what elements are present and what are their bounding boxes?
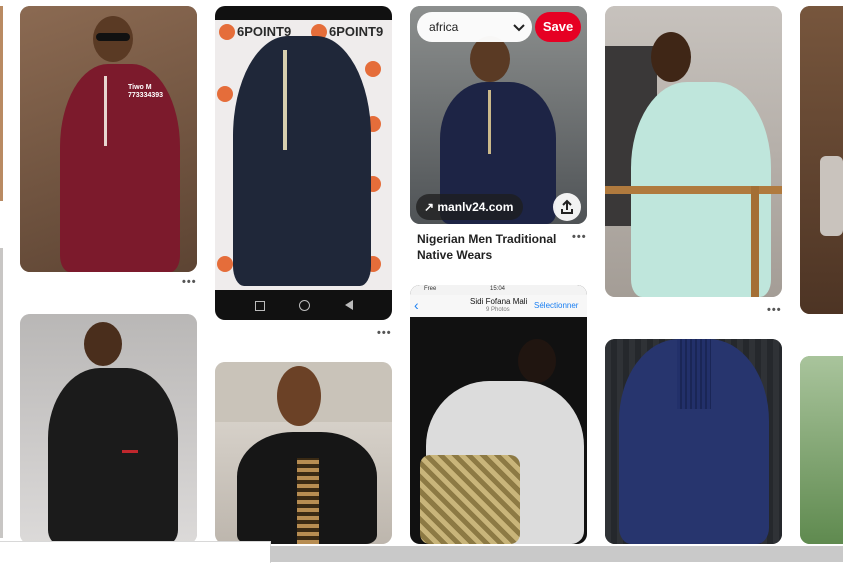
gold-embroidery (420, 455, 520, 544)
pin-title-line1: Nigerian Men Traditional (417, 232, 557, 246)
embroidery (283, 50, 287, 150)
source-link-label: manlv24.com (437, 200, 514, 214)
upload-icon (561, 199, 573, 214)
phone-status-bar: Free 15:04 (410, 285, 587, 295)
album-header: ‹ Sidi Fofana Mali 9 Photos Sélectionner (410, 295, 587, 317)
pin-watermark: 6POINT9 (329, 24, 384, 39)
embroidery-panel (297, 458, 319, 544)
person-arm (820, 156, 843, 236)
share-button[interactable] (553, 193, 581, 221)
navy-kaftan (233, 36, 371, 286)
album-subtitle: 9 Photos (486, 307, 510, 313)
partial-pin-right-top[interactable] (800, 6, 843, 314)
save-button[interactable]: Save (535, 12, 581, 42)
red-accent (122, 450, 138, 453)
status-time: 15:04 (490, 286, 506, 292)
horizontal-scrollbar[interactable] (270, 546, 843, 562)
pin-card[interactable] (605, 339, 782, 544)
arrow-up-right-icon: ↗ (424, 200, 438, 214)
chevron-down-icon (513, 24, 525, 32)
album-title: Sidi Fofana Mali (470, 297, 528, 306)
pleated-detail (677, 339, 711, 409)
nav-home-icon (299, 300, 310, 311)
partial-pin-right-bottom[interactable] (800, 356, 843, 544)
sunglasses (96, 33, 130, 41)
person-head (518, 339, 556, 383)
select-link: Sélectionner (534, 301, 579, 310)
pin-card[interactable]: Free 15:04 ‹ Sidi Fofana Mali 9 Photos S… (410, 285, 587, 544)
partial-pin-left-top[interactable] (0, 6, 3, 201)
more-options-icon[interactable]: ••• (182, 276, 197, 288)
board-select-dropdown[interactable]: africa (417, 12, 532, 42)
pin-card[interactable] (215, 362, 392, 544)
source-link-button[interactable]: ↗ manlv24.com (416, 194, 524, 220)
phone-status-bar (215, 6, 392, 20)
embroidery (488, 90, 491, 154)
pin-card[interactable] (605, 6, 782, 297)
pin-card[interactable]: Tiwo M 773334393 (20, 6, 197, 272)
pin-card[interactable] (20, 314, 197, 544)
nav-recent-icon (345, 300, 353, 310)
brand-logo-icon (217, 86, 233, 102)
pin-image (800, 356, 843, 544)
bottom-panel (0, 541, 271, 563)
person-head (84, 322, 122, 366)
pin-watermark: Tiwo M 773334393 (128, 84, 164, 99)
nav-back-icon (255, 301, 265, 311)
brand-logo-icon (219, 24, 235, 40)
brand-logo-icon (365, 61, 381, 77)
more-options-icon[interactable]: ••• (767, 304, 782, 316)
more-options-icon[interactable]: ••• (572, 231, 587, 243)
partial-pin-left-bottom[interactable] (0, 248, 3, 538)
person-head (470, 36, 510, 82)
status-carrier: Free (424, 286, 437, 292)
pin-title-line2: Native Wears (417, 248, 493, 262)
board-select-value: africa (429, 20, 459, 34)
pin-title[interactable]: Nigerian Men Traditional Native Wears (417, 231, 567, 263)
back-chevron-icon: ‹ (414, 297, 419, 313)
wooden-railing-post (751, 186, 759, 297)
more-options-icon[interactable]: ••• (377, 327, 392, 339)
person-head (277, 366, 321, 426)
embroidery (104, 76, 107, 146)
brand-logo-icon (217, 256, 233, 272)
pin-card[interactable]: 6POINT9 6POINT9 (215, 6, 392, 320)
black-kaftan (48, 368, 178, 544)
person-head (651, 32, 691, 82)
